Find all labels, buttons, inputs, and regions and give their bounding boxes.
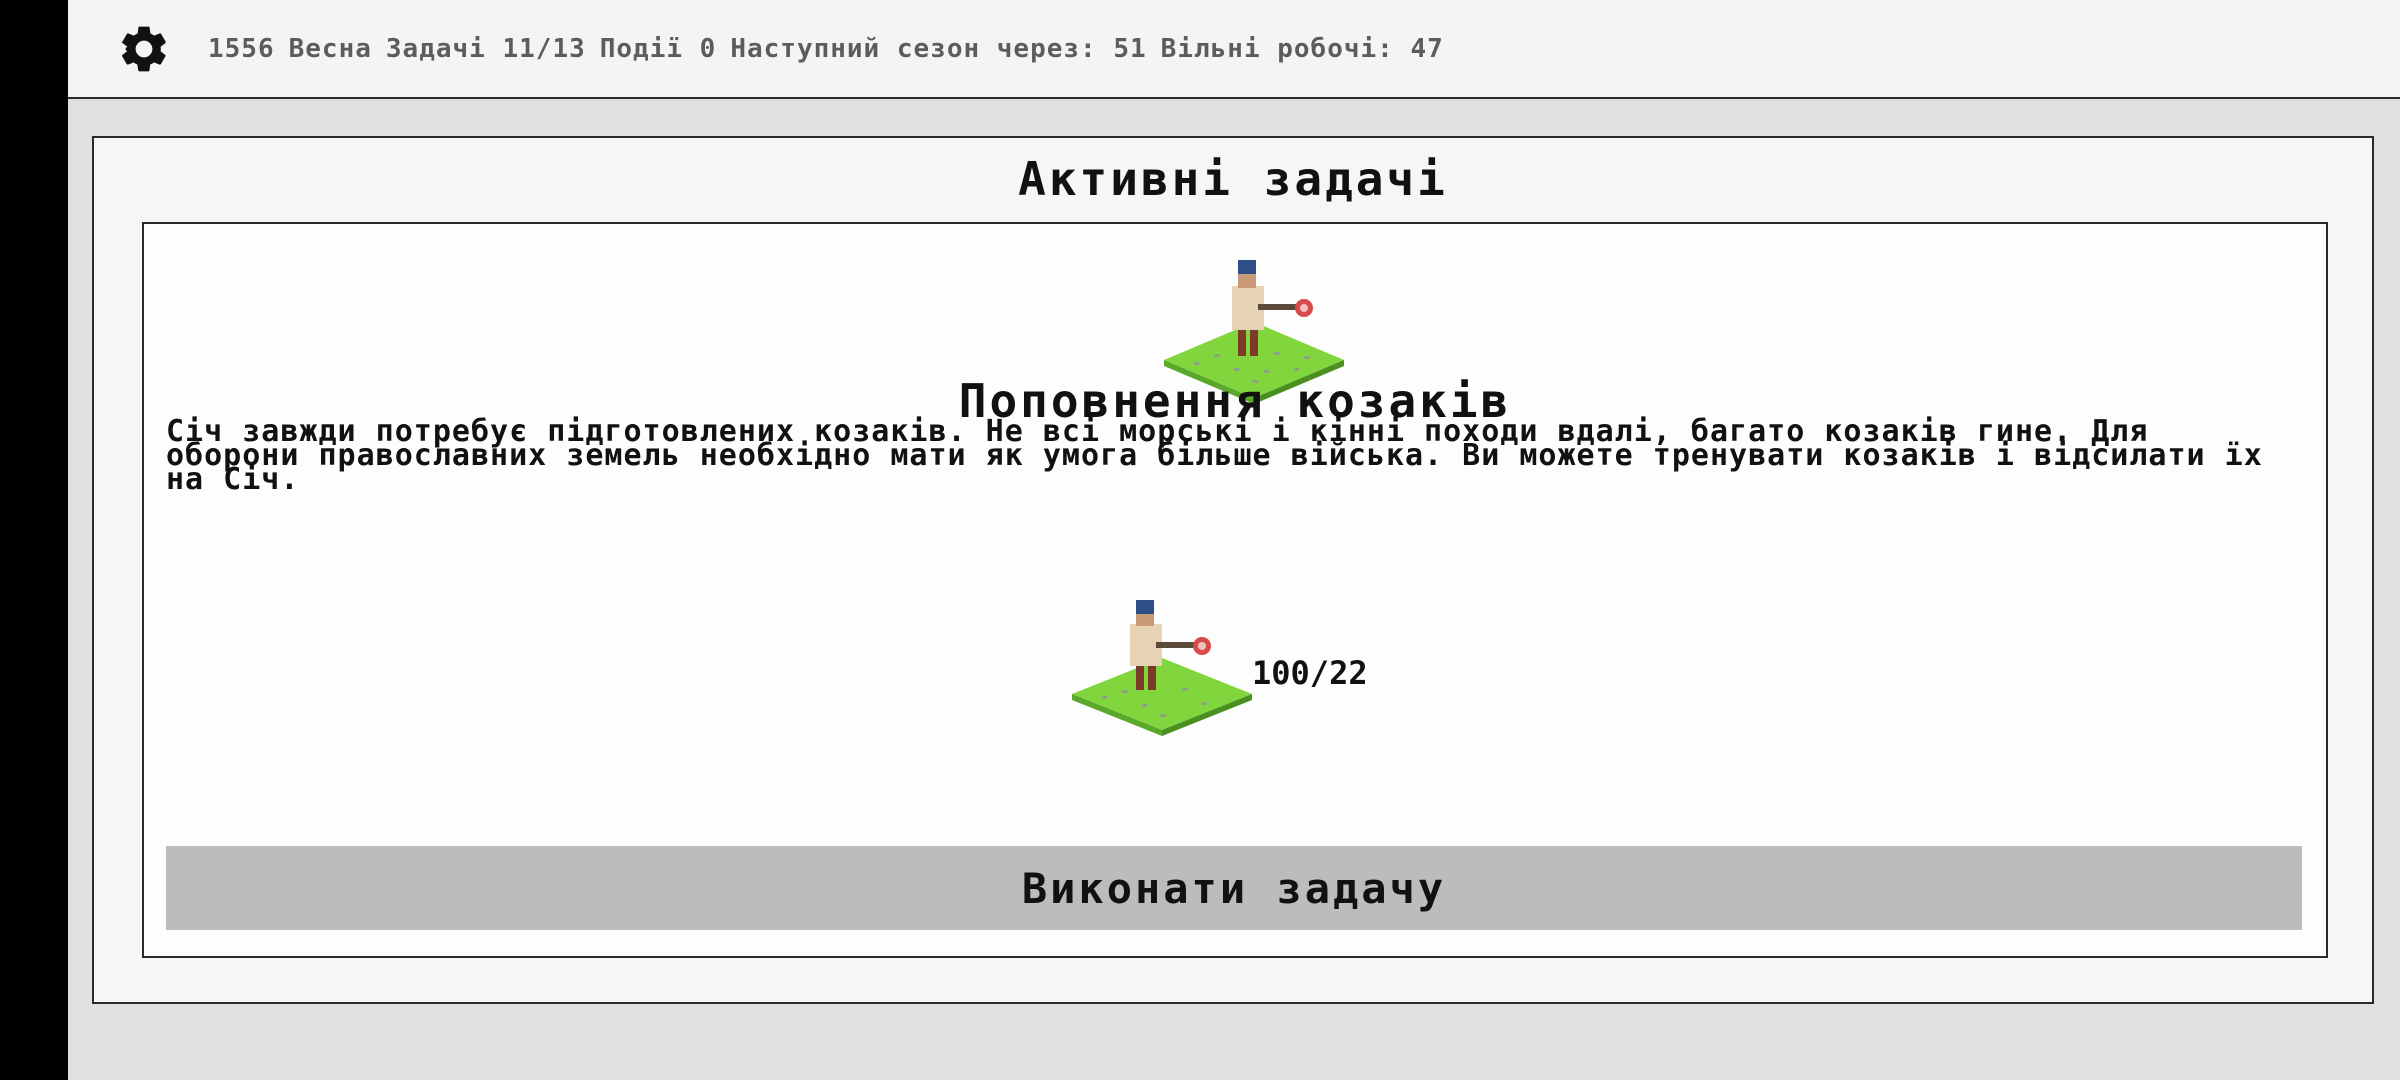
task-requirement: 100/22: [1062, 594, 1368, 744]
free-workers-counter: Вільні робочі: 47: [1160, 33, 1444, 64]
tasks-counter: Задачі 11/13: [385, 33, 586, 64]
requirement-count: 100/22: [1252, 654, 1368, 692]
season-value: Весна: [288, 33, 372, 64]
events-counter: Події 0: [599, 33, 717, 64]
cossack-requirement-icon: [1072, 600, 1252, 736]
complete-task-button[interactable]: Виконати задачу: [166, 846, 2302, 930]
task-card: Поповнення козаків Січ завжди потребує п…: [142, 222, 2328, 958]
panel-title: Активні задачі: [1018, 152, 1448, 206]
left-screen-edge: [0, 0, 68, 1080]
status-bar: 1556 Весна Задачі 11/13 Події 0 Наступний се…: [68, 0, 2400, 99]
gear-icon[interactable]: [114, 19, 174, 79]
status-text: 1556 Весна Задачі 11/13 Події 0 Наступний се…: [208, 34, 1458, 64]
active-tasks-panel: Активні задачі Поповнення козаків Січ за…: [92, 136, 2374, 1004]
year-value: 1556: [208, 33, 275, 64]
task-description: Січ завжди потребує підготовлених козакі…: [166, 414, 2263, 497]
next-season-timer: Наступний сезон через: 51: [730, 33, 1147, 64]
